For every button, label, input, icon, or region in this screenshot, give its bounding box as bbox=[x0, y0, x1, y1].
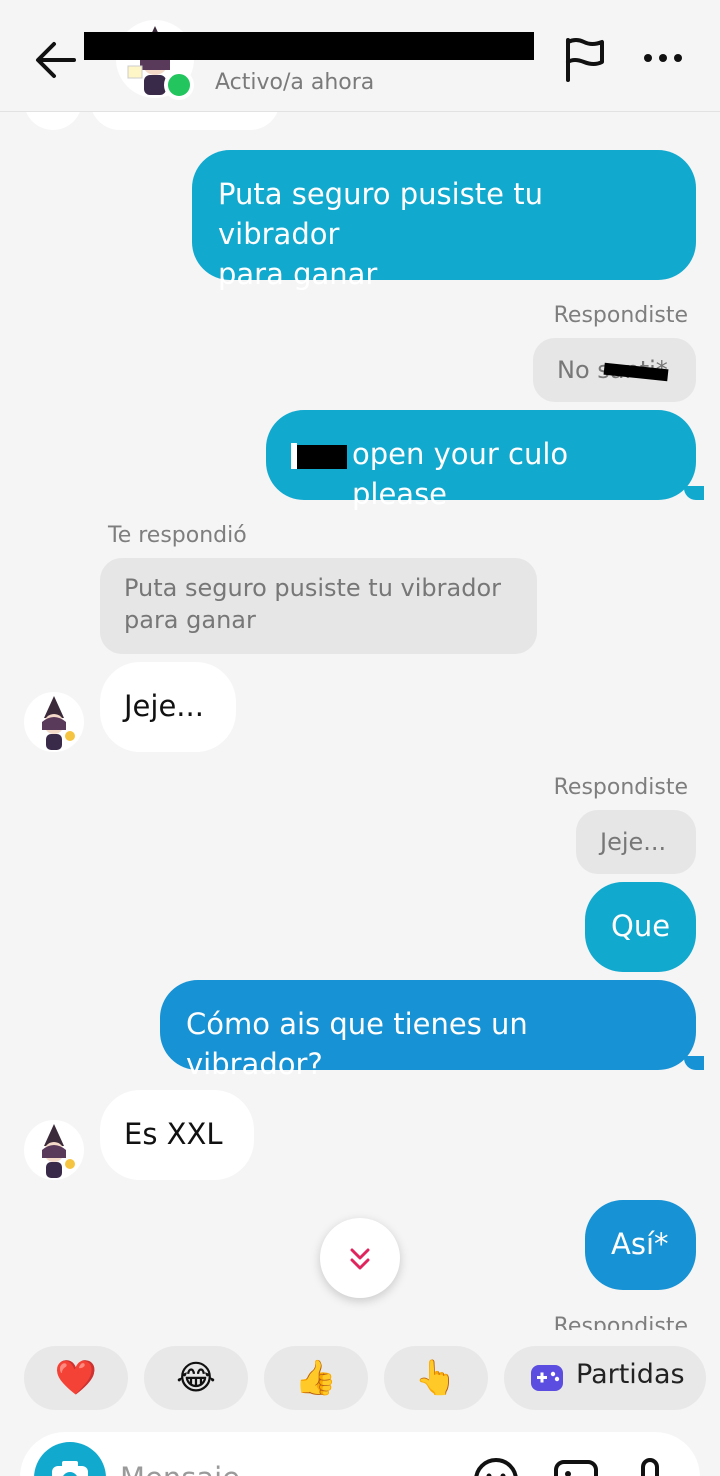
contact-name-redacted bbox=[84, 32, 534, 60]
gamepad-icon bbox=[531, 1365, 563, 1391]
quick-reactions-bar: ❤️ 😂 👍 👆 Partidas bbox=[0, 1330, 720, 1430]
emoji-picker-icon[interactable] bbox=[470, 1454, 522, 1476]
laughing-face-icon: 😂 bbox=[176, 1358, 216, 1398]
quoted-message[interactable]: Puta seguro pusiste tu vibrador para gan… bbox=[100, 558, 537, 654]
outgoing-message[interactable]: Así* bbox=[585, 1200, 696, 1290]
outgoing-message[interactable]: Que bbox=[585, 882, 696, 972]
heart-reaction-button[interactable]: ❤️ bbox=[24, 1346, 128, 1410]
bubble-tail bbox=[684, 486, 704, 500]
outgoing-message[interactable]: Cómo ais que tienes un vibrador? bbox=[160, 980, 696, 1081]
message-input[interactable] bbox=[120, 1458, 450, 1476]
games-label: Partidas bbox=[576, 1359, 685, 1390]
pointing-up-icon: 👆 bbox=[414, 1358, 458, 1398]
double-chevron-down-icon bbox=[350, 1248, 370, 1270]
back-arrow-icon[interactable] bbox=[30, 36, 82, 84]
report-flag-icon[interactable] bbox=[560, 34, 610, 84]
sender-avatar bbox=[24, 1120, 84, 1180]
camera-button[interactable] bbox=[34, 1442, 106, 1476]
heart-icon: ❤️ bbox=[54, 1358, 98, 1398]
incoming-message[interactable]: Es XXL bbox=[100, 1090, 254, 1180]
laugh-reaction-button[interactable]: 😂 bbox=[144, 1346, 248, 1410]
presence-status: Activo/a ahora bbox=[215, 70, 375, 95]
message-text: open your culo please bbox=[352, 437, 569, 511]
chat-header: Activo/a ahora bbox=[0, 0, 720, 112]
scroll-to-bottom-button[interactable] bbox=[320, 1218, 400, 1298]
microphone-icon[interactable] bbox=[624, 1454, 676, 1476]
games-button[interactable]: Partidas bbox=[504, 1346, 706, 1410]
reply-label: Respondiste bbox=[553, 1314, 688, 1330]
outgoing-message[interactable]: Puta seguro pusiste tu vibrador para gan… bbox=[192, 150, 696, 291]
gallery-icon[interactable] bbox=[550, 1454, 602, 1476]
camera-icon bbox=[52, 1461, 88, 1476]
sender-avatar bbox=[24, 692, 84, 752]
more-options-icon[interactable] bbox=[638, 38, 688, 78]
reply-label: Respondiste bbox=[553, 775, 688, 800]
reply-label: Te respondió bbox=[108, 523, 247, 548]
quoted-message[interactable]: Jeje... bbox=[576, 810, 696, 874]
thumbs-up-icon: 👍 bbox=[294, 1358, 338, 1398]
point-up-reaction-button[interactable]: 👆 bbox=[384, 1346, 488, 1410]
thumbs-up-reaction-button[interactable]: 👍 bbox=[264, 1346, 368, 1410]
redaction-mark bbox=[297, 445, 347, 469]
reply-label: Respondiste bbox=[553, 303, 688, 328]
bubble-tail bbox=[684, 1056, 704, 1070]
incoming-message[interactable]: Jeje... bbox=[100, 662, 236, 752]
online-indicator bbox=[164, 70, 194, 100]
message-composer bbox=[20, 1432, 700, 1476]
